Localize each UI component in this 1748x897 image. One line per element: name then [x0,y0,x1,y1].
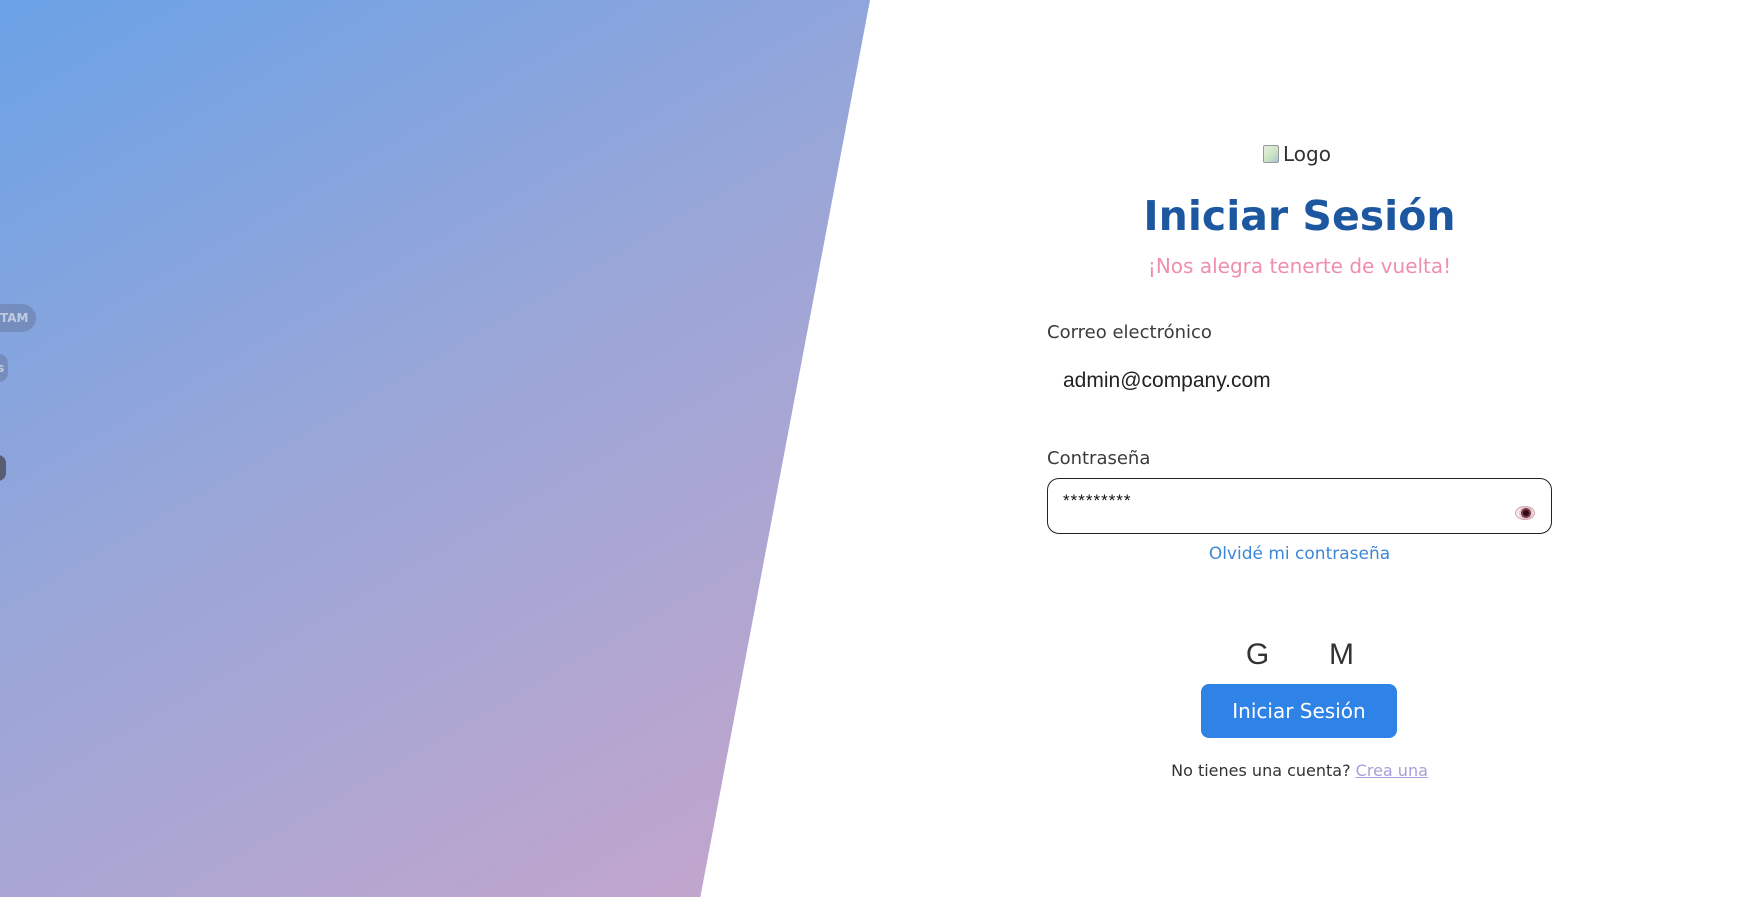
hero-gradient-panel: TAM ss [0,0,870,897]
logo-alt-text: Logo [1283,142,1331,166]
hero-tag-pill: TAM [0,304,36,332]
hero-tag-text-2: ss [0,361,5,375]
hero-tag-text: TAM [0,311,29,325]
email-field[interactable] [1047,360,1552,402]
signup-link[interactable]: Crea una [1356,761,1428,780]
signup-prompt: No tienes una cuenta? Crea una [1047,761,1552,780]
page-subtitle: ¡Nos alegra tenerte de vuelta! [1147,254,1452,278]
password-label: Contraseña [1047,448,1151,469]
password-field[interactable] [1063,489,1493,513]
show-password-eye-icon[interactable] [1515,506,1535,520]
broken-image-icon [1263,145,1279,163]
social-login-providers: G M [1047,638,1552,674]
signup-prompt-text: No tienes una cuenta? [1171,761,1356,780]
password-field-container[interactable] [1047,478,1552,534]
email-label: Correo electrónico [1047,322,1212,343]
forgot-password-link[interactable]: Olvidé mi contraseña [1047,544,1552,564]
login-submit-button[interactable]: Iniciar Sesión [1201,684,1397,738]
page-title: Iniciar Sesión [1143,192,1456,240]
logo: Logo [1263,140,1403,168]
hero-tag-pill-2: ss [0,354,8,382]
microsoft-login-button[interactable]: M [1325,638,1359,674]
hero-dark-indicator [0,455,6,481]
login-panel: Logo Iniciar Sesión ¡Nos alegra tenerte … [1047,0,1552,897]
google-login-button[interactable]: G [1241,638,1275,674]
